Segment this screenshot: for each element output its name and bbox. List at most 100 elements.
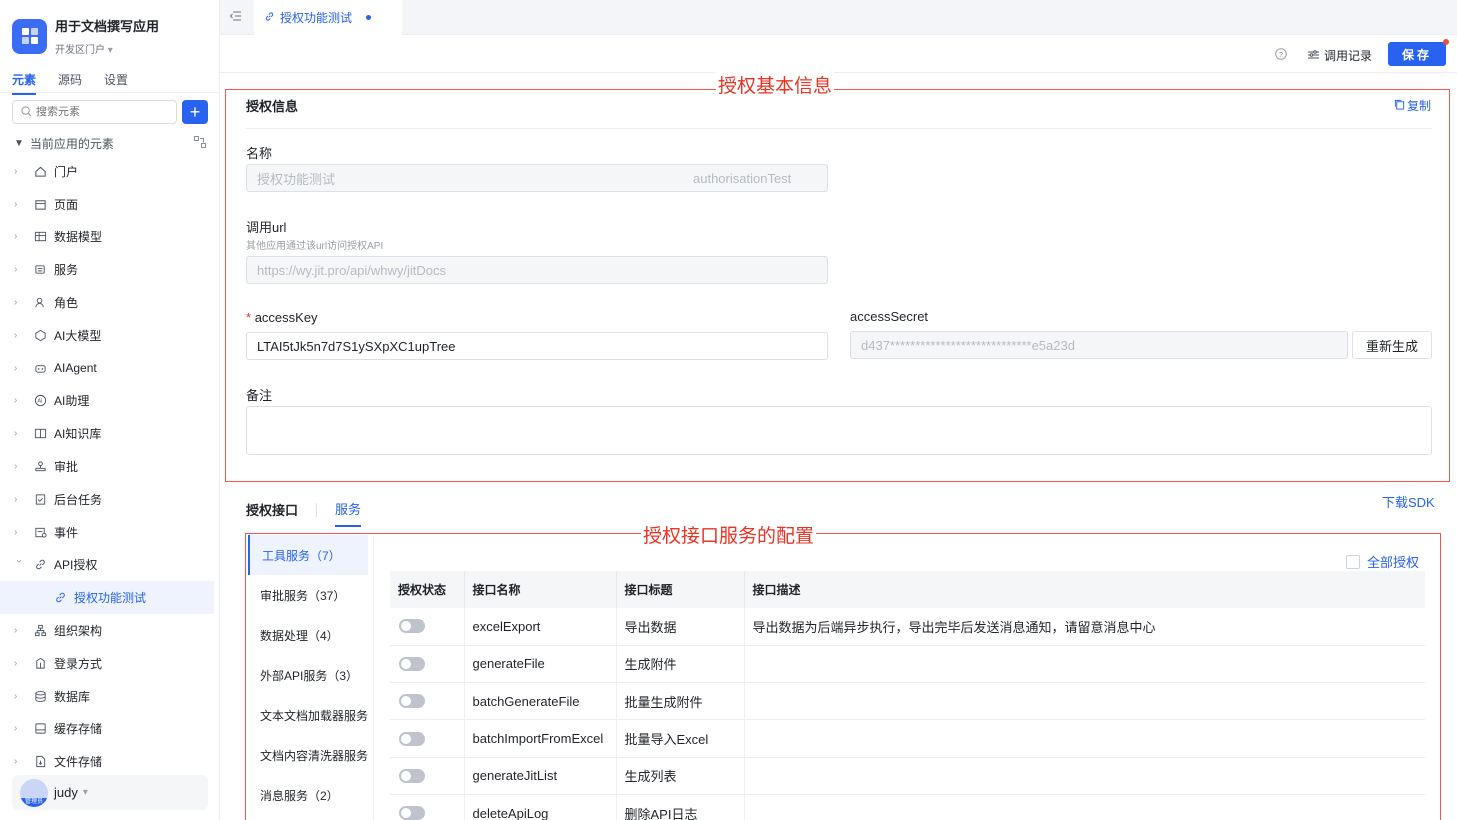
file-icon xyxy=(32,754,48,770)
help-icon[interactable]: ? xyxy=(1275,48,1287,63)
col-api-desc: 接口描述 xyxy=(744,571,1425,608)
copy-icon xyxy=(1394,99,1405,113)
chevron-right-icon: › xyxy=(14,329,18,341)
table-row: generateFile 生成附件 xyxy=(390,645,1425,684)
element-search[interactable] xyxy=(12,100,177,124)
api-name: batchGenerateFile xyxy=(464,682,617,721)
chevron-right-icon: › xyxy=(14,723,18,735)
service-item-text-loader[interactable]: 文本文档加载器服务 xyxy=(248,695,373,735)
col-api-name: 接口名称 xyxy=(464,571,617,608)
tree-item-approval[interactable]: › 审批 xyxy=(0,450,219,483)
ai-model-icon xyxy=(32,327,48,343)
robot-icon xyxy=(32,360,48,376)
tab-auth-test[interactable]: 授权功能测试 xyxy=(254,0,402,35)
chevron-right-icon: › xyxy=(14,231,18,243)
api-desc: 导出数据为后端异步执行，导出完毕后发送消息通知，请留意消息中心 xyxy=(744,608,1425,646)
cache-icon xyxy=(32,721,48,737)
app-header: 用于文档撰写应用 开发区门户 ▾ xyxy=(12,16,159,56)
editor-tabbar: 授权功能测试 xyxy=(220,0,1457,35)
api-title: 批量导入Excel xyxy=(616,719,745,758)
tree-item-api-auth[interactable]: › API授权 xyxy=(0,549,219,582)
svg-text:AI: AI xyxy=(37,399,43,405)
caret-down-icon: ▾ xyxy=(107,45,113,56)
portal-selector[interactable]: 开发区门户 ▾ xyxy=(55,41,159,56)
service-item-external-api[interactable]: 外部API服务（3） xyxy=(248,655,373,695)
service-item-data-processing[interactable]: 数据处理（4） xyxy=(248,615,373,655)
home-icon xyxy=(32,163,48,179)
tree-item-ai-model[interactable]: › AI大模型 xyxy=(0,319,219,352)
tree-item-background-task[interactable]: › 后台任务 xyxy=(0,483,219,516)
search-input[interactable] xyxy=(36,106,166,118)
tree-item-role[interactable]: › 角色 xyxy=(0,286,219,319)
tree-item-login[interactable]: › 登录方式 xyxy=(0,647,219,680)
tree-item-auth-test[interactable]: 授权功能测试 xyxy=(0,581,214,615)
tree-item-ai-assistant[interactable]: › AI AI助理 xyxy=(0,385,219,418)
view-toggle-icon[interactable] xyxy=(194,136,206,151)
ai-assistant-icon: AI xyxy=(32,393,48,409)
url-label: 调用url xyxy=(246,220,287,235)
link-icon xyxy=(264,11,275,25)
app-logo xyxy=(12,18,47,54)
search-icon xyxy=(21,105,32,120)
download-sdk-link[interactable]: 下载SDK xyxy=(1382,492,1435,511)
authorize-all-checkbox[interactable]: 全部授权 xyxy=(1346,552,1419,571)
auth-toggle[interactable] xyxy=(399,619,425,634)
col-auth-status: 授权状态 xyxy=(390,571,465,608)
checkbox[interactable] xyxy=(1346,554,1360,569)
add-element-button[interactable]: + xyxy=(182,100,208,124)
tree-item-portal[interactable]: › 门户 xyxy=(0,155,219,188)
remark-textarea[interactable] xyxy=(246,406,1432,455)
tree-item-event[interactable]: › 事件 xyxy=(0,516,219,549)
tree-item-ai-knowledge[interactable]: › AI知识库 xyxy=(0,417,219,450)
org-icon xyxy=(32,623,48,639)
copy-button[interactable]: 复制 xyxy=(1394,97,1431,114)
tree-item-file-storage[interactable]: › 文件存储 xyxy=(0,745,219,778)
url-hint: 其他应用通过该url访问授权API xyxy=(246,241,384,252)
user-menu[interactable]: 管理员 judy ▾ xyxy=(12,775,208,810)
api-table: 授权状态 接口名称 接口标题 接口描述 excelExport 导出数据 导出数… xyxy=(390,571,1425,820)
tree-item-ai-agent[interactable]: › AIAgent xyxy=(0,352,219,385)
collapse-sidebar-icon[interactable] xyxy=(229,10,242,25)
chevron-right-icon: › xyxy=(14,395,18,407)
chevron-down-icon: › xyxy=(13,559,25,564)
api-desc xyxy=(744,682,1425,721)
service-item-message[interactable]: 消息服务（2） xyxy=(248,775,373,815)
auth-toggle[interactable] xyxy=(399,694,425,709)
table-icon xyxy=(32,229,48,245)
regenerate-button[interactable]: 重新生成 xyxy=(1352,331,1432,359)
sidebar: 用于文档撰写应用 开发区门户 ▾ 元素 源码 设置 + ▼ 当前应用的元素 ›门… xyxy=(0,0,220,820)
tabs-divider xyxy=(0,92,219,93)
auth-interface-tabs: 授权接口 服务 xyxy=(246,492,362,527)
tab-service[interactable]: 服务 xyxy=(335,499,362,527)
chevron-right-icon: › xyxy=(14,297,18,309)
tree-section-label: 当前应用的元素 xyxy=(29,137,114,151)
tree-item-service[interactable]: › 服务 xyxy=(0,253,219,286)
api-name: excelExport xyxy=(464,608,617,646)
access-key-field[interactable]: LTAI5tJk5n7d7S1ySXpXC1upTree xyxy=(246,332,828,360)
tree-section-header[interactable]: ▼ 当前应用的元素 xyxy=(14,135,206,152)
auth-toggle[interactable] xyxy=(399,656,425,671)
auth-info-title: 授权信息 xyxy=(246,99,299,114)
service-item-content-cleaner[interactable]: 文档内容清洗器服务 xyxy=(248,735,373,775)
tree-item-data-model[interactable]: › 数据模型 xyxy=(0,221,219,254)
tree-item-database[interactable]: › 数据库 xyxy=(0,680,219,713)
tree-item-cache[interactable]: › 缓存存储 xyxy=(0,713,219,746)
element-tree: › 门户 › 页面 › 数据模型 › 服务 › 角色 › AI大模型 › AIAgent › A… xyxy=(0,155,219,778)
tree-item-org[interactable]: › 组织架构 xyxy=(0,614,219,647)
tab-separator xyxy=(316,502,318,517)
auth-toggle[interactable] xyxy=(399,768,425,783)
chevron-right-icon: › xyxy=(14,198,18,210)
auth-toggle[interactable] xyxy=(399,731,425,746)
svg-text:?: ? xyxy=(1279,50,1283,59)
access-key-label: * accessKey xyxy=(246,310,318,325)
service-item-tools[interactable]: 工具服务（7） xyxy=(248,535,368,575)
url-field: https://wy.jit.pro/api/whwy/jitDocs xyxy=(246,256,828,284)
service-icon xyxy=(32,262,48,278)
call-log-button[interactable]: 调用记录 xyxy=(1308,47,1372,64)
service-item-approval[interactable]: 审批服务（37） xyxy=(248,575,373,615)
chevron-right-icon: › xyxy=(14,526,18,538)
save-button[interactable]: 保存 xyxy=(1388,42,1446,66)
tree-item-page[interactable]: › 页面 xyxy=(0,188,219,221)
table-row: deleteApiLog 删除API日志 xyxy=(390,794,1425,820)
auth-toggle[interactable] xyxy=(399,806,425,820)
